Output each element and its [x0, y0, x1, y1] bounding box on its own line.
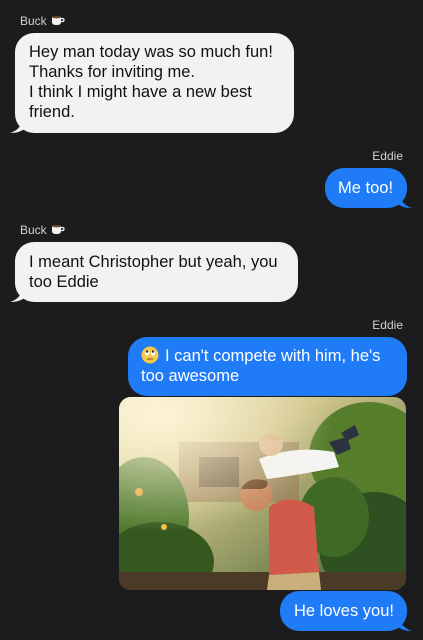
- rolling-eyes-emoji: [141, 346, 159, 364]
- sender-label-eddie: Eddie: [372, 318, 403, 332]
- bubble-tail: [10, 288, 26, 302]
- message-text-line: Hey man today was so much fun!: [29, 43, 273, 61]
- photo-image: [119, 397, 406, 590]
- sender-name: Buck: [20, 223, 47, 237]
- sender-label-buck: Buck: [20, 223, 65, 237]
- message-bubble-outgoing[interactable]: He loves you!: [280, 591, 412, 631]
- sender-name: Eddie: [372, 318, 403, 332]
- coffee-cup-icon: [51, 225, 65, 234]
- sender-label-buck: Buck: [20, 14, 65, 28]
- message-text: I can't compete with him, he's: [165, 347, 381, 365]
- message-text-line: Thanks for inviting me.: [29, 63, 195, 81]
- message-text-line: I can't compete with him, he's: [141, 346, 394, 366]
- sender-label-eddie: Eddie: [372, 149, 403, 163]
- bubble-tail: [10, 119, 26, 133]
- sender-name: Buck: [20, 14, 47, 28]
- message-bubble-incoming[interactable]: I meant Christopher but yeah, you too Ed…: [10, 242, 298, 302]
- message-text-line: He loves you!: [294, 602, 394, 620]
- message-text-line: friend.: [29, 103, 75, 121]
- message-text-line: I think I might have a new best: [29, 83, 252, 101]
- photo-attachment[interactable]: [119, 397, 406, 590]
- bubble-tail: [396, 194, 412, 208]
- message-bubble-outgoing[interactable]: Me too!: [325, 168, 412, 208]
- message-text-line: too awesome: [141, 367, 240, 385]
- message-bubble-outgoing[interactable]: I can't compete with him, he's too aweso…: [128, 337, 407, 396]
- coffee-cup-icon: [51, 16, 65, 25]
- message-text-line: Me too!: [338, 179, 394, 197]
- sender-name: Eddie: [372, 149, 403, 163]
- message-bubble-incoming[interactable]: Hey man today was so much fun! Thanks fo…: [10, 33, 294, 133]
- message-text-line: I meant Christopher but yeah, you: [29, 253, 278, 271]
- message-text-line: too Eddie: [29, 273, 99, 291]
- bubble-tail: [396, 617, 412, 631]
